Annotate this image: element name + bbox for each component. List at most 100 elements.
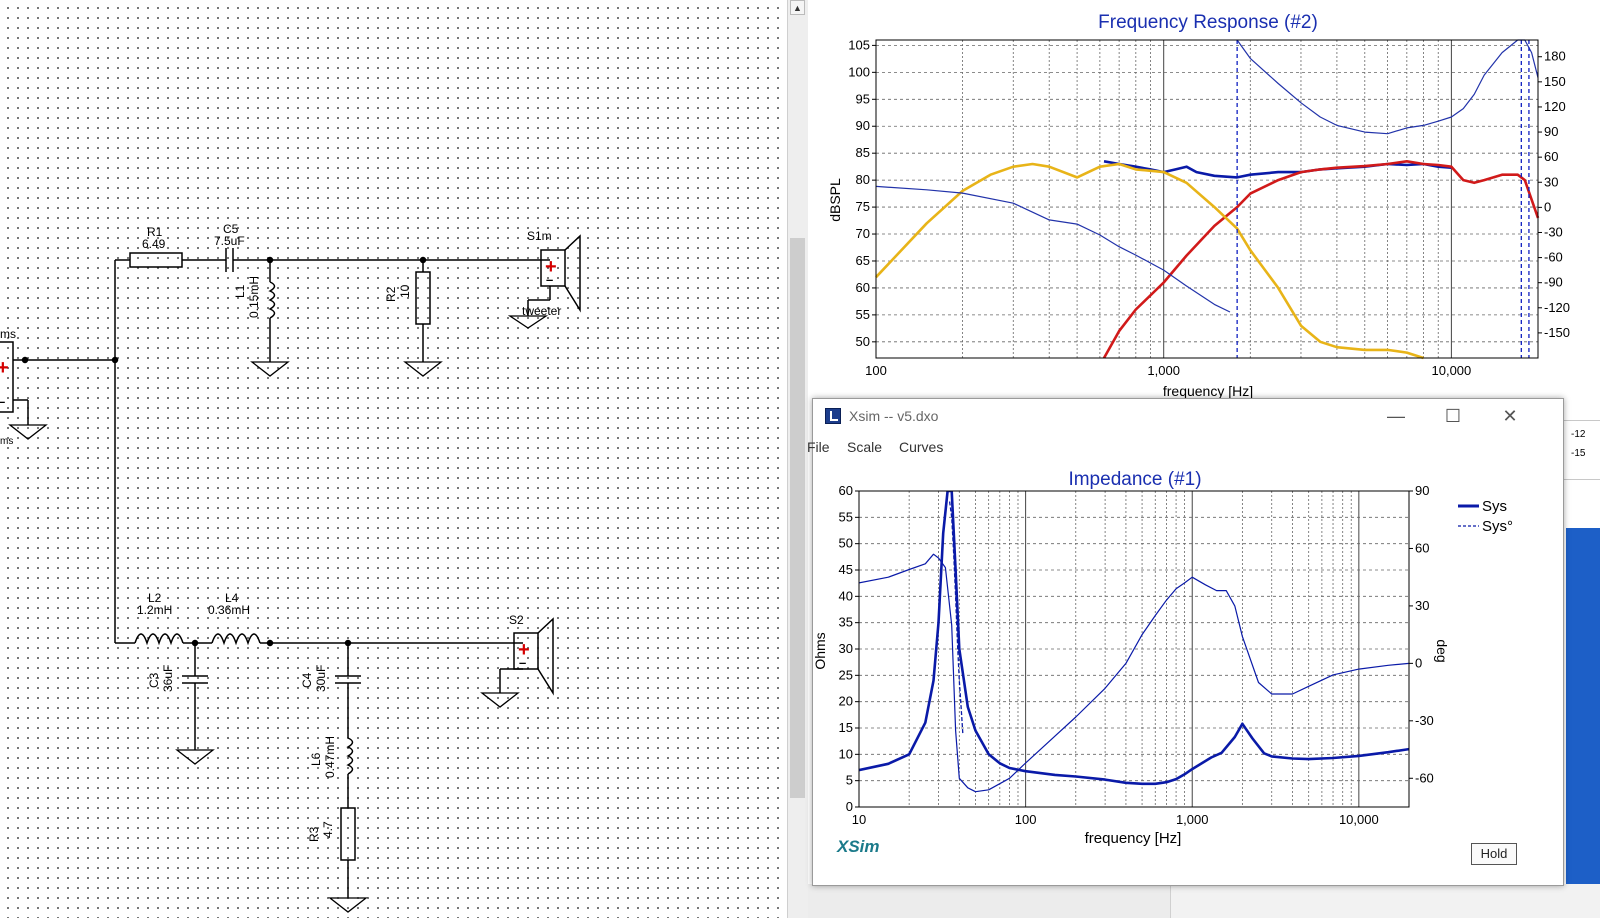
xsim-window[interactable]: Xsim -- v5.dxo — ☐ ✕ File Scale Curves I… bbox=[807, 398, 1564, 886]
series-line-tweeter bbox=[1102, 160, 1540, 359]
x-tick-label: 10 bbox=[852, 812, 866, 827]
s2-ref: S2 bbox=[509, 613, 524, 627]
scroll-up-arrow-icon[interactable]: ▲ bbox=[790, 0, 805, 15]
y-tick-label: 60 bbox=[856, 280, 870, 295]
y2-tick-label: -60 bbox=[1544, 250, 1563, 265]
y2-tick-label: -150 bbox=[1544, 325, 1570, 340]
schematic-drawing: R1 6.49 C5 7.5uF L1 0.15mH R2 10 S1m twe… bbox=[0, 222, 581, 913]
y2-tick-label: 90 bbox=[1544, 124, 1558, 139]
fr-xlabel: frequency [Hz] bbox=[1163, 383, 1253, 399]
y2-tick-label: -60 bbox=[1415, 770, 1434, 785]
xsim-brand-logo: XSim bbox=[837, 837, 880, 856]
maximize-button[interactable]: ☐ bbox=[1430, 399, 1476, 435]
legend-sys-phase-label: Sys° bbox=[1482, 518, 1513, 535]
imp-legend: Sys Sys° bbox=[1458, 498, 1513, 535]
fr-title: Frequency Response (#2) bbox=[1098, 12, 1318, 33]
c4-ref: C4 bbox=[300, 672, 314, 688]
inductor-l1 bbox=[268, 281, 276, 319]
y2-tick-label: 30 bbox=[1415, 598, 1429, 613]
imp-xlabel: frequency [Hz] bbox=[1085, 830, 1182, 847]
window-title: Xsim -- v5.dxo bbox=[849, 408, 939, 424]
x-tick-label: 100 bbox=[865, 363, 887, 378]
y-tick-label: 60 bbox=[839, 483, 853, 498]
imp-x-ticks: 10 100 1,000 10,000 bbox=[852, 812, 1379, 827]
y2-tick-label: -90 bbox=[1544, 275, 1563, 290]
source-plus: + bbox=[0, 357, 9, 379]
y-tick-label: 40 bbox=[839, 588, 853, 603]
inductor-l2 bbox=[134, 633, 184, 646]
l2-value: 1.2mH bbox=[137, 603, 172, 617]
y2-tick-label: -30 bbox=[1544, 224, 1563, 239]
y2-tick-label: 180 bbox=[1544, 49, 1566, 64]
close-icon: ✕ bbox=[1502, 406, 1518, 426]
y-tick-label: 55 bbox=[856, 307, 870, 322]
imp-ylabel: Ohms bbox=[813, 632, 828, 669]
background-panel-2 bbox=[1170, 884, 1600, 918]
fr-y-ticks: 105 100 95 90 85 80 75 70 65 60 55 50 bbox=[848, 37, 876, 349]
peek-label-1: -12 bbox=[1571, 429, 1586, 440]
x-tick-label: 10,000 bbox=[1432, 363, 1472, 378]
background-app-strip bbox=[1566, 528, 1600, 884]
y-tick-label: 80 bbox=[856, 172, 870, 187]
series-line-system bbox=[1103, 160, 1452, 179]
r2-ref: R2 bbox=[384, 286, 398, 302]
maximize-icon: ☐ bbox=[1444, 406, 1462, 426]
resistor-r1 bbox=[129, 252, 183, 268]
fr-series bbox=[875, 39, 1540, 360]
l6-ref: L6 bbox=[309, 752, 323, 766]
imp-y-ticks: 605550454035302520151050 bbox=[839, 483, 859, 814]
inductor-l6 bbox=[346, 737, 354, 775]
r1-value: 6.49 bbox=[142, 237, 166, 251]
r2-value: 10 bbox=[398, 284, 412, 298]
inductor-l4 bbox=[211, 633, 261, 646]
series-line-Sys° bbox=[948, 501, 964, 734]
y2-tick-label: 30 bbox=[1544, 174, 1558, 189]
c3-ref: C3 bbox=[147, 672, 161, 688]
fr-y2-ticks: 180 150 120 90 60 30 0 -30 -60 -90 -120 -150 bbox=[1538, 49, 1570, 340]
y2-tick-label: 120 bbox=[1544, 99, 1566, 114]
menu-scale[interactable]: Scale bbox=[847, 439, 882, 455]
menu-file[interactable]: File bbox=[807, 439, 830, 455]
series-line-phase bbox=[875, 185, 1231, 313]
l6-value: 0.47mH bbox=[323, 736, 337, 778]
speaker-s1m-cone bbox=[564, 234, 581, 313]
s2-minus: – bbox=[519, 655, 526, 670]
schematic-scrollbar[interactable]: ▲ bbox=[787, 0, 808, 918]
hold-button[interactable]: Hold bbox=[1471, 843, 1517, 865]
resistor-r3 bbox=[340, 807, 356, 861]
scrollbar-thumb[interactable] bbox=[790, 238, 805, 798]
resistor-r2 bbox=[415, 271, 431, 325]
y-tick-label: 95 bbox=[856, 91, 870, 106]
fr-x-ticks: 100 1,000 10,000 bbox=[865, 363, 1471, 378]
imp-y2-ticks: 90 60 30 0 -30 -60 bbox=[1409, 483, 1434, 785]
c5-value: 7.5uF bbox=[214, 234, 245, 248]
series-line-Sys bbox=[859, 491, 1409, 786]
minimize-button[interactable]: — bbox=[1373, 399, 1419, 435]
y-tick-label: 50 bbox=[839, 536, 853, 551]
imp-title: Impedance (#1) bbox=[1068, 469, 1201, 490]
y2-tick-label: -30 bbox=[1415, 713, 1434, 728]
y-tick-label: 15 bbox=[839, 720, 853, 735]
frequency-response-window[interactable]: Frequency Response (#2) 105 100 95 90 85 80 75… bbox=[808, 0, 1600, 400]
y2-tick-label: -120 bbox=[1544, 300, 1570, 315]
l1-value: 0.15mH bbox=[247, 276, 261, 318]
l1-ref: L1 bbox=[233, 284, 247, 298]
s1m-label: tweeter bbox=[522, 304, 561, 318]
s1m-minus: – bbox=[546, 272, 553, 287]
close-button[interactable]: ✕ bbox=[1487, 399, 1533, 435]
xsim-app-icon bbox=[825, 408, 841, 424]
y-tick-label: 85 bbox=[856, 145, 870, 160]
y-tick-label: 70 bbox=[856, 226, 870, 241]
menu-curves[interactable]: Curves bbox=[899, 439, 943, 455]
peek-label-2: -15 bbox=[1571, 448, 1586, 459]
y2-tick-label: 60 bbox=[1544, 149, 1558, 164]
imp-series bbox=[859, 491, 1409, 793]
ground-symbols bbox=[8, 315, 549, 913]
fr-ylabel: dBSPL bbox=[827, 178, 843, 222]
y-tick-label: 105 bbox=[848, 37, 870, 52]
window-titlebar[interactable]: Xsim -- v5.dxo — ☐ ✕ bbox=[813, 399, 1563, 435]
schematic-canvas[interactable]: R1 6.49 C5 7.5uF L1 0.15mH R2 10 S1m twe… bbox=[0, 0, 787, 918]
y-tick-label: 5 bbox=[846, 773, 853, 788]
impedance-chart: Impedance (#1) 605550454035302520151050 … bbox=[813, 469, 1513, 847]
c4-value: 30uF bbox=[314, 665, 328, 692]
